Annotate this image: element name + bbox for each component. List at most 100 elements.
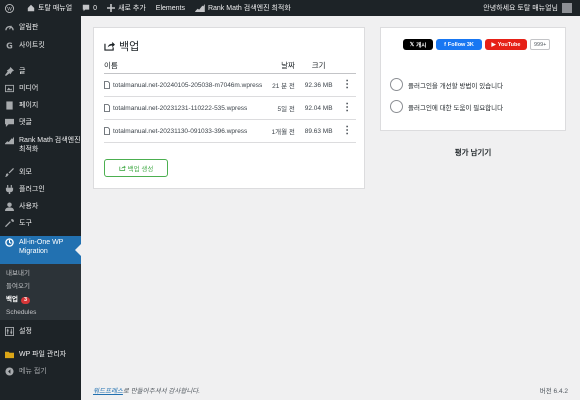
new-label: 새로 추가 [118, 5, 146, 12]
export-icon [118, 165, 126, 171]
rankmath-icon [195, 4, 205, 12]
sidebar-item-posts[interactable]: 글 [0, 67, 81, 76]
column-header-name[interactable]: 이름 [104, 60, 272, 74]
feedback-radio[interactable] [390, 100, 403, 113]
sidebar-item-label: 글 [19, 68, 26, 75]
wordpress-icon: W [5, 3, 14, 13]
backups-count-badge: 3 [20, 297, 31, 304]
sidebar-item-media[interactable]: 미디어 [0, 84, 81, 93]
sidebar-item-settings[interactable]: 설정 [0, 327, 81, 336]
sidebar-item-dashboard[interactable]: 알림판 [0, 23, 81, 32]
sidebar-subitem-schedules[interactable]: Schedules [0, 306, 81, 319]
column-header-date[interactable]: 날짜 [271, 60, 299, 74]
google-g-icon: G [5, 41, 14, 50]
sidebar-item-plugins[interactable]: 플러그인 [0, 185, 81, 194]
sidebar-item-label: 사용자 [19, 203, 39, 210]
table-row: totalmanual.net-20240105-205038-m7046m.w… [104, 73, 356, 97]
ai1wm-submenu: 내보내기 들여오기 백업 3 Schedules [0, 264, 81, 320]
feedback-radio[interactable] [390, 78, 403, 91]
feedback-label: 플러그인을 개선할 방법이 있습니다 [408, 82, 504, 90]
create-backup-button[interactable]: 백업 생성 [104, 159, 168, 177]
sidebar-item-comments[interactable]: 댓글 [0, 118, 81, 127]
backup-size: 92.36 MB [298, 73, 339, 97]
sidebar-item-label: 미디어 [19, 85, 39, 92]
sidebar-item-appearance[interactable]: 외모 [0, 168, 81, 177]
sidebar-item-rankmath[interactable]: Rank Math 검색엔진 최적화 [0, 136, 81, 154]
rankmath-icon [5, 136, 14, 145]
x-label: 개시 [416, 42, 427, 49]
facebook-icon: f [444, 41, 446, 48]
feedback-label: 플러그인에 대한 도움이 필요합니다 [408, 104, 504, 112]
site-name-link[interactable]: 토탈 매뉴얼 [22, 0, 77, 16]
elements-link[interactable]: Elements [151, 0, 190, 16]
page-title: 백업 [119, 41, 140, 53]
sidebar-item-label: All-in-One WP Migration [19, 239, 64, 255]
row-actions-button[interactable]: ⋮ [338, 73, 356, 97]
facebook-label: Follow 3K [447, 41, 474, 48]
youtube-button[interactable]: ▶ YouTube [485, 39, 527, 50]
feedback-option-improve[interactable]: 플러그인을 개선할 방법이 있습니다 [390, 78, 503, 91]
pin-icon [5, 67, 14, 76]
file-icon [104, 104, 110, 112]
youtube-count: 999+ [530, 39, 551, 50]
dashboard-icon [5, 23, 14, 32]
rankmath-link[interactable]: Rank Math 검색엔진 최적화 [190, 0, 296, 16]
user-icon [5, 202, 14, 211]
row-actions-button[interactable]: ⋮ [338, 119, 356, 143]
sidebar-item-pages[interactable]: 페이지 [0, 101, 81, 110]
backup-date: 1개월 전 [271, 119, 299, 143]
elements-label: Elements [155, 4, 185, 12]
greeting: 안녕하세요 토탈 매뉴얼님 [483, 5, 558, 12]
row-actions-button[interactable]: ⋮ [338, 96, 356, 120]
page-icon [5, 101, 14, 110]
sidebar-item-tools[interactable]: 도구 [0, 219, 81, 228]
youtube-label: YouTube [497, 41, 521, 48]
table-header-row: 이름 날짜 크기 [104, 60, 356, 74]
sidebar-subitem-backups[interactable]: 백업 3 [0, 293, 81, 306]
new-content-link[interactable]: 새로 추가 [102, 0, 151, 16]
sidebar-item-users[interactable]: 사용자 [0, 202, 81, 211]
column-header-size[interactable]: 크기 [298, 60, 339, 74]
sidebar-item-ai1wm[interactable]: All-in-One WP Migration [0, 236, 81, 264]
backup-size: 89.63 MB [298, 119, 339, 143]
wp-logo-button[interactable]: W [0, 0, 22, 16]
comments-link[interactable]: 0 [77, 0, 102, 16]
site-name: 토탈 매뉴얼 [38, 5, 73, 12]
backup-date: 21 분 전 [271, 73, 299, 97]
brush-icon [5, 168, 14, 177]
wrench-icon [5, 219, 14, 228]
backups-panel: 백업 이름 날짜 크기 totalmanual.net-20240105-205… [93, 27, 365, 189]
more-vertical-icon: ⋮ [342, 125, 353, 136]
sidebar-item-filemanager[interactable]: WP 파일 관리자 [0, 350, 81, 359]
sidebar-subitem-export[interactable]: 내보내기 [0, 267, 81, 280]
table-row: totalmanual.net-20231231-110222-535.wpre… [104, 96, 356, 120]
sidebar-item-label: 설정 [19, 328, 32, 335]
svg-text:G: G [6, 41, 13, 50]
media-icon [5, 84, 14, 93]
facebook-follow-button[interactable]: f Follow 3K [436, 39, 482, 50]
wordpress-link[interactable]: 워드프레스 [93, 388, 123, 395]
social-buttons: 𝕏 개시 f Follow 3K ▶ YouTube 999+ [403, 39, 551, 50]
footer-text: 로 만들어주셔서 감사합니다. [122, 388, 201, 395]
more-vertical-icon: ⋮ [342, 102, 353, 113]
backup-date: 5일 전 [271, 96, 299, 120]
table-row: totalmanual.net-20231130-091033-396.wpre… [104, 119, 356, 143]
sidebar-item-label: 메뉴 접기 [19, 368, 47, 375]
backup-filename-text: totalmanual.net-20240105-205038-m7046m.w… [113, 81, 263, 89]
sidebar-item-label: 사이트킷 [19, 42, 45, 49]
backups-title: 백업 [104, 38, 139, 54]
backups-table: 이름 날짜 크기 totalmanual.net-20240105-205038… [104, 60, 356, 143]
account-menu[interactable]: 안녕하세요 토탈 매뉴얼님 [483, 3, 580, 13]
sidebar-item-label: 알림판 [19, 24, 39, 31]
sidebar-item-label: Rank Math 검색엔진 최적화 [19, 137, 81, 153]
sidebar-item-label: WP 파일 관리자 [19, 351, 67, 358]
backup-filename: totalmanual.net-20231130-091033-396.wpre… [104, 127, 272, 135]
feedback-option-help[interactable]: 플러그인에 대한 도움이 필요합니다 [390, 100, 503, 113]
backup-filename: totalmanual.net-20240105-205038-m7046m.w… [104, 81, 272, 89]
x-follow-button[interactable]: 𝕏 개시 [403, 39, 433, 50]
sidebar-subitem-import[interactable]: 들여오기 [0, 280, 81, 293]
collapse-menu-button[interactable]: 메뉴 접기 [0, 367, 81, 376]
collapse-icon [5, 367, 14, 376]
sidebar-subitem-label: 백업 [6, 296, 18, 303]
sidebar-item-sitekit[interactable]: G 사이트킷 [0, 41, 81, 50]
